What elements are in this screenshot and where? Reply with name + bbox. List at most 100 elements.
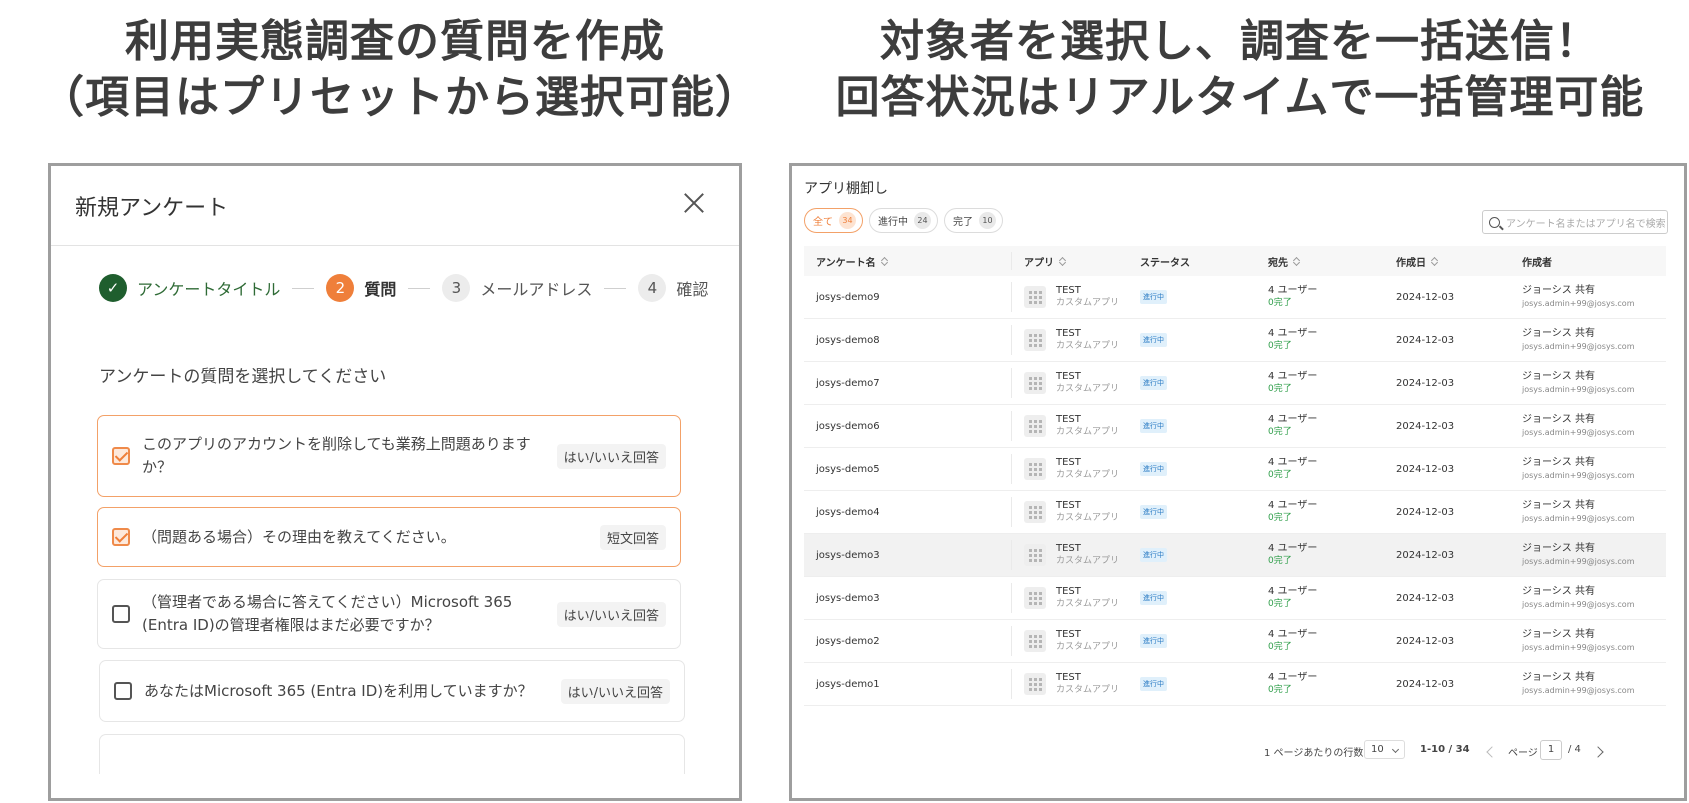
checkbox-unchecked[interactable] xyxy=(112,605,130,623)
completed-count: 0完了 xyxy=(1268,341,1292,351)
close-icon[interactable] xyxy=(679,188,709,218)
app-grid-icon xyxy=(1024,458,1046,480)
step-survey-title[interactable]: ✓ アンケートタイトル xyxy=(99,274,280,302)
app-grid-icon xyxy=(1024,372,1046,394)
survey-name-cell[interactable]: josys-demo5 xyxy=(804,448,1012,490)
table-row[interactable]: josys-demo8 TEST カスタムアプリ 進行中 4 ユーザー 0完了 2024-1… xyxy=(804,319,1666,362)
table-row[interactable]: josys-demo2 TEST カスタムアプリ 進行中 4 ユーザー 0完了 2024-1… xyxy=(804,620,1666,663)
step-confirm[interactable]: 4 確認 xyxy=(638,274,708,302)
survey-name[interactable]: josys-demo6 xyxy=(816,421,880,432)
recipients-cell: 4 ユーザー 0完了 xyxy=(1268,586,1396,610)
status-badge: 進行中 xyxy=(1140,419,1167,433)
answer-type-badge: はい/いいえ回答 xyxy=(560,678,670,704)
survey-name[interactable]: josys-demo2 xyxy=(816,636,880,647)
completed-count: 0完了 xyxy=(1268,384,1292,394)
recipient-count: 4 ユーザー xyxy=(1268,586,1318,597)
creator-name: ジョーシス 共有 xyxy=(1522,543,1595,554)
search-icon xyxy=(1489,216,1500,228)
question-option-1[interactable]: このアプリのアカウントを削除しても業務上問題ありますか？ はい/いいえ回答 xyxy=(97,415,681,497)
question-text: （管理者である場合に答えてください）Microsoft 365 (Entra I… xyxy=(142,593,513,634)
creator-cell: ジョーシス 共有 josys.admin+99@josys.com xyxy=(1522,413,1666,439)
answer-type-badge: 短文回答 xyxy=(599,524,666,550)
status-badge: 進行中 xyxy=(1140,591,1167,605)
question-option-3[interactable]: （管理者である場合に答えてください）Microsoft 365 (Entra I… xyxy=(97,579,681,649)
filter-chip-completed[interactable]: 完了 10 xyxy=(944,208,1003,233)
created-date: 2024-12-03 xyxy=(1396,678,1455,690)
survey-name-cell[interactable]: josys-demo3 xyxy=(804,577,1012,619)
table-body: josys-demo9 TEST カスタムアプリ 進行中 4 ユーザー 0完了 2024-1… xyxy=(804,276,1666,706)
creator-email: josys.admin+99@josys.com xyxy=(1522,514,1635,523)
table-row[interactable]: josys-demo4 TEST カスタムアプリ 進行中 4 ユーザー 0完了 2024-1… xyxy=(804,491,1666,534)
created-date: 2024-12-03 xyxy=(1396,334,1455,346)
sort-icon[interactable] xyxy=(1294,257,1300,266)
table-row[interactable]: josys-demo7 TEST カスタムアプリ 進行中 4 ユーザー 0完了 2024-1… xyxy=(804,362,1666,405)
table-row[interactable]: josys-demo3 TEST カスタムアプリ 進行中 4 ユーザー 0完了 2024-1… xyxy=(804,534,1666,577)
survey-name-cell[interactable]: josys-demo8 xyxy=(804,319,1012,361)
survey-name-cell[interactable]: josys-demo3 xyxy=(804,534,1012,576)
status-cell: 進行中 xyxy=(1140,505,1268,519)
rows-per-page-select[interactable]: 10 xyxy=(1364,740,1405,759)
column-header-app[interactable]: アプリ xyxy=(1012,254,1140,269)
column-header-name[interactable]: アンケート名 xyxy=(804,246,1012,276)
app-name: TEST xyxy=(1056,414,1081,425)
survey-name[interactable]: josys-demo5 xyxy=(816,464,880,475)
filter-label: 完了 xyxy=(953,217,973,228)
app-type: カスタムアプリ xyxy=(1056,599,1120,609)
app-cell: TEST カスタムアプリ xyxy=(1012,500,1140,524)
survey-name-cell[interactable]: josys-demo2 xyxy=(804,620,1012,662)
table-row[interactable]: josys-demo6 TEST カスタムアプリ 進行中 4 ユーザー 0完了 2024-1… xyxy=(804,405,1666,448)
page-input[interactable]: 1 xyxy=(1540,740,1562,760)
survey-name[interactable]: josys-demo8 xyxy=(816,335,880,346)
survey-name-cell[interactable]: josys-demo7 xyxy=(804,362,1012,404)
creator-name: ジョーシス 共有 xyxy=(1522,500,1595,511)
survey-name[interactable]: josys-demo9 xyxy=(816,292,880,303)
filter-chip-in-progress[interactable]: 進行中 24 xyxy=(869,208,938,233)
completed-count: 0完了 xyxy=(1268,470,1292,480)
filter-chip-all[interactable]: 全て 34 xyxy=(804,208,863,233)
survey-name-cell[interactable]: josys-demo1 xyxy=(804,663,1012,705)
survey-name[interactable]: josys-demo1 xyxy=(816,679,880,690)
survey-name[interactable]: josys-demo3 xyxy=(816,593,880,604)
step-number: 3 xyxy=(442,274,471,302)
recipients-cell: 4 ユーザー 0完了 xyxy=(1268,285,1396,309)
creator-name: ジョーシス 共有 xyxy=(1522,285,1595,296)
table-row[interactable]: josys-demo5 TEST カスタムアプリ 進行中 4 ユーザー 0完了 2024-1… xyxy=(804,448,1666,491)
question-option-5-partial[interactable] xyxy=(99,734,685,774)
table-row[interactable]: josys-demo3 TEST カスタムアプリ 進行中 4 ユーザー 0完了 2024-1… xyxy=(804,577,1666,620)
survey-name-cell[interactable]: josys-demo9 xyxy=(804,276,1012,318)
checkbox-checked[interactable] xyxy=(112,447,130,465)
chevron-left-icon[interactable] xyxy=(1486,746,1498,758)
app-cell: TEST カスタムアプリ xyxy=(1012,543,1140,567)
checkbox-unchecked[interactable] xyxy=(114,682,132,700)
survey-name[interactable]: josys-demo4 xyxy=(816,507,880,518)
step-email[interactable]: 3 メールアドレス xyxy=(442,274,592,302)
step-questions[interactable]: 2 質問 xyxy=(326,274,396,302)
question-text: （問題ある場合）その理由を教えてください。 xyxy=(142,527,456,546)
column-header-recipients[interactable]: 宛先 xyxy=(1268,254,1396,269)
status-cell: 進行中 xyxy=(1140,290,1268,304)
recipients-cell: 4 ユーザー 0完了 xyxy=(1268,543,1396,567)
creator-email: josys.admin+99@josys.com xyxy=(1522,299,1635,308)
table-row[interactable]: josys-demo1 TEST カスタムアプリ 進行中 4 ユーザー 0完了 2024-1… xyxy=(804,663,1666,706)
app-name: TEST xyxy=(1056,672,1081,683)
survey-name[interactable]: josys-demo7 xyxy=(816,378,880,389)
filter-count: 10 xyxy=(979,212,996,229)
chevron-right-icon[interactable] xyxy=(1592,746,1604,758)
survey-name-cell[interactable]: josys-demo6 xyxy=(804,405,1012,447)
sort-icon[interactable] xyxy=(1432,257,1438,266)
survey-name-cell[interactable]: josys-demo4 xyxy=(804,491,1012,533)
question-option-2[interactable]: （問題ある場合）その理由を教えてください。 短文回答 xyxy=(97,507,681,567)
column-header-created[interactable]: 作成日 xyxy=(1396,254,1522,269)
recipients-cell: 4 ユーザー 0完了 xyxy=(1268,629,1396,653)
table-row[interactable]: josys-demo9 TEST カスタムアプリ 進行中 4 ユーザー 0完了 2024-1… xyxy=(804,276,1666,319)
search-input[interactable]: アンケート名またはアプリ名で検索 xyxy=(1482,210,1668,234)
checkbox-checked[interactable] xyxy=(112,528,130,546)
sort-icon[interactable] xyxy=(882,257,888,266)
sort-icon[interactable] xyxy=(1060,257,1066,266)
headline-right: 対象者を選択し、調査を一括送信！ 回答状況はリアルタイムで一括管理可能 xyxy=(800,14,1680,126)
completed-count: 0完了 xyxy=(1268,513,1292,523)
question-prompt: アンケートの質問を選択してください xyxy=(99,367,387,387)
survey-name[interactable]: josys-demo3 xyxy=(816,550,880,561)
question-option-4[interactable]: あなたはMicrosoft 365 (Entra ID)を利用していますか？ は… xyxy=(99,660,685,722)
app-type: カスタムアプリ xyxy=(1056,384,1120,394)
